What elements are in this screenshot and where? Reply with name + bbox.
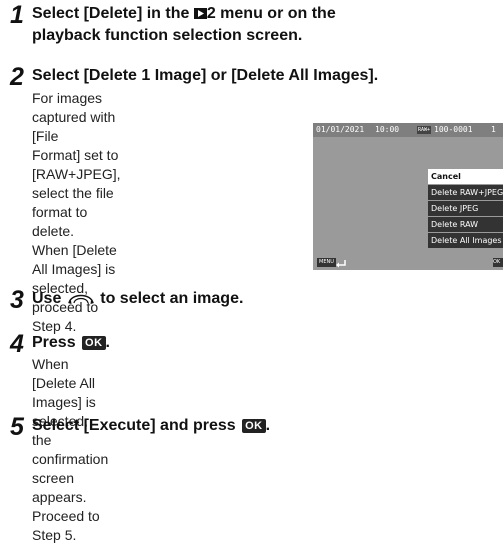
camera-screen: 01/01/2021 10:00 RAW+ 100-0001 1 Cancel … (313, 123, 503, 270)
menu-item-cancel[interactable]: Cancel (428, 169, 503, 184)
dial-icon (67, 294, 94, 304)
menu-item-delete-jpeg[interactable]: Delete JPEG (428, 201, 503, 216)
playback-icon (193, 8, 207, 19)
ok-button-icon: OK (242, 419, 266, 433)
delete-menu[interactable]: Cancel Delete RAW+JPEG Delete JPEG Delet… (428, 169, 503, 249)
step-title: Select [Execute] and press OK. (32, 417, 271, 434)
step-number: 2 (10, 63, 24, 91)
step-title: Select [Delete] in the 2 menu or on the (32, 5, 336, 22)
menu-item-delete-all[interactable]: Delete All Images (428, 233, 503, 248)
back-arrow-icon (336, 260, 346, 268)
step-number: 3 (10, 286, 24, 314)
step-number: 1 (10, 1, 24, 29)
screen-bottom-bar: MENU OK (313, 256, 503, 270)
file-format-badge: RAW+ (417, 126, 432, 134)
file-number: 100-0001 (434, 125, 473, 134)
screen-top-bar: 01/01/2021 10:00 RAW+ 100-0001 1 (313, 123, 503, 137)
step-number: 5 (10, 413, 24, 441)
step-title: Press OK. (32, 334, 110, 351)
step-title-line2: playback function selection screen. (32, 27, 303, 44)
step-number: 4 (10, 330, 24, 358)
menu-item-delete-raw-jpeg[interactable]: Delete RAW+JPEG (428, 185, 503, 200)
step-description: When [Delete All Images] is selected, th… (32, 356, 109, 543)
menu-button[interactable]: MENU (317, 258, 336, 267)
ok-button-icon: OK (82, 336, 106, 350)
screen-date: 01/01/2021 (316, 125, 365, 134)
ok-button[interactable]: OK (493, 258, 503, 267)
step-title: Select [Delete 1 Image] or [Delete All I… (32, 67, 379, 84)
menu-item-delete-raw[interactable]: Delete RAW (428, 217, 503, 232)
step-title: Use to select an image. (32, 290, 244, 307)
frame-counter: 1 (491, 125, 496, 134)
screen-time: 10:00 (375, 125, 400, 134)
